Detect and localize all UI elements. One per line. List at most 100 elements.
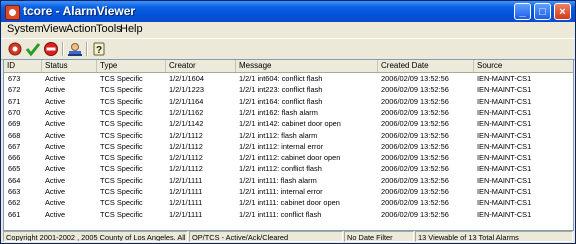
cell-creator: 1/2/1/1112 — [169, 130, 203, 140]
cell-type: TCS Specific — [100, 85, 143, 95]
cell-source: IEN-MAINT-CS1 — [477, 164, 532, 174]
cell-created-date: 2006/02/09 13:52:56 — [381, 119, 449, 129]
column-header-id[interactable]: ID — [4, 60, 42, 72]
cell-id: 673 — [8, 74, 21, 83]
cell-type: TCS Specific — [100, 164, 143, 174]
menu-help[interactable]: Help — [120, 23, 143, 35]
cell-source: IEN-MAINT-CS1 — [477, 130, 532, 140]
cell-created-date: 2006/02/09 13:52:56 — [381, 85, 449, 95]
close-button[interactable]: × — [554, 3, 571, 20]
table-row[interactable]: 669 Active TCS Specific 1/2/1/1142 1/2/1 int… — [4, 119, 573, 129]
cell-creator: 1/2/1/1164 — [169, 96, 204, 106]
status-date-filter: No Date Filter — [344, 231, 414, 242]
cell-message: 1/2/1 int112: internal error — [239, 141, 324, 151]
column-header-message[interactable]: Message — [236, 60, 378, 72]
cell-status: Active — [45, 96, 66, 106]
cell-created-date: 2006/02/09 13:52:56 — [381, 187, 449, 196]
status-alarm-count: 13 Viewable of 13 Total Alarms — [415, 231, 573, 242]
table-row[interactable]: 664 Active TCS Specific 1/2/1/1111 1/2/1 int… — [4, 176, 573, 186]
cell-creator: 1/2/1/1111 — [169, 198, 203, 208]
maximize-button[interactable]: □ — [534, 3, 551, 20]
cell-message: 1/2/1 int111: cabinet door open — [239, 198, 340, 208]
app-icon[interactable] — [5, 5, 20, 20]
title-bar[interactable]: tcore - AlarmViewer _ □ × — [1, 1, 575, 22]
menu-bar: System View Action Tools Help — [1, 22, 575, 37]
cell-source: IEN-MAINT-CS1 — [477, 96, 532, 106]
cell-status: Active — [45, 141, 66, 151]
cell-message: 1/2/1 int142: cabinet door open — [239, 119, 341, 129]
cell-status: Active — [45, 85, 66, 95]
alarm-viewer-window: tcore - AlarmViewer _ □ × System View Ac… — [0, 0, 576, 244]
cell-id: 664 — [8, 175, 21, 185]
check-icon[interactable] — [25, 41, 41, 57]
table-row[interactable]: 667 Active TCS Specific 1/2/1/1112 1/2/1 int… — [4, 142, 573, 152]
cell-source: IEN-MAINT-CS1 — [477, 175, 532, 185]
cell-created-date: 2006/02/09 13:52:56 — [381, 164, 449, 174]
cell-message: 1/2/1 int162: flash alarm — [239, 107, 318, 117]
menu-view[interactable]: View — [43, 23, 67, 35]
svg-text:?: ? — [96, 45, 102, 56]
cell-id: 668 — [8, 130, 21, 140]
status-filter: OP/TCS - Active/Ack/Cleared — [189, 231, 343, 242]
alarm-table: ID Status Type Creator Message Created D… — [3, 59, 574, 231]
cell-created-date: 2006/02/09 13:52:56 — [381, 153, 449, 163]
cell-message: 1/2/1 int111: internal error — [239, 187, 323, 196]
table-header: ID Status Type Creator Message Created D… — [4, 60, 573, 73]
table-row[interactable]: 668 Active TCS Specific 1/2/1/1112 1/2/1 int… — [4, 131, 573, 141]
cell-created-date: 2006/02/09 13:52:56 — [381, 175, 449, 185]
cell-message: 1/2/1 int164: conflict flash — [239, 96, 323, 106]
column-header-creator[interactable]: Creator — [166, 60, 236, 72]
cell-creator: 1/2/1/1112 — [169, 164, 203, 174]
record-icon[interactable] — [7, 41, 23, 57]
cell-creator: 1/2/1/1111 — [169, 209, 203, 219]
cell-source: IEN-MAINT-CS1 — [477, 85, 532, 95]
cell-type: TCS Specific — [100, 153, 143, 163]
cell-type: TCS Specific — [100, 175, 143, 185]
cell-type: TCS Specific — [100, 141, 143, 151]
cell-id: 662 — [8, 198, 21, 208]
column-header-source[interactable]: Source — [474, 60, 573, 72]
table-row[interactable]: 661 Active TCS Specific 1/2/1/1111 1/2/1 int… — [4, 210, 573, 220]
cell-type: TCS Specific — [100, 119, 143, 129]
cell-id: 661 — [8, 209, 21, 219]
table-row[interactable]: 665 Active TCS Specific 1/2/1/1112 1/2/1 int… — [4, 164, 573, 174]
column-header-created-date[interactable]: Created Date — [378, 60, 474, 72]
column-header-status[interactable]: Status — [42, 60, 97, 72]
menu-tools[interactable]: Tools — [96, 23, 122, 35]
cell-created-date: 2006/02/09 13:52:56 — [381, 74, 449, 83]
menu-system[interactable]: System — [7, 23, 44, 35]
cell-status: Active — [45, 175, 66, 185]
column-header-type[interactable]: Type — [97, 60, 166, 72]
cell-status: Active — [45, 198, 66, 208]
user-icon[interactable] — [67, 41, 83, 57]
table-row[interactable]: 670 Active TCS Specific 1/2/1/1162 1/2/1 int… — [4, 108, 573, 118]
cell-creator: 1/2/1/1604 — [169, 74, 204, 83]
cell-id: 672 — [8, 85, 21, 95]
cell-type: TCS Specific — [100, 209, 143, 219]
cell-creator: 1/2/1/1112 — [169, 153, 203, 163]
help-icon[interactable]: ? — [91, 41, 107, 57]
table-row[interactable]: 662 Active TCS Specific 1/2/1/1111 1/2/1 int… — [4, 198, 573, 208]
cell-id: 667 — [8, 141, 21, 151]
cell-message: 1/2/1 int112: cabinet door open — [239, 153, 341, 163]
cell-status: Active — [45, 164, 66, 174]
table-row[interactable]: 673 Active TCS Specific 1/2/1/1604 1/2/1 int… — [4, 74, 573, 84]
cell-id: 671 — [8, 96, 21, 106]
cell-source: IEN-MAINT-CS1 — [477, 209, 532, 219]
cell-id: 666 — [8, 153, 21, 163]
cell-source: IEN-MAINT-CS1 — [477, 198, 532, 208]
table-row[interactable]: 666 Active TCS Specific 1/2/1/1112 1/2/1 int… — [4, 153, 573, 163]
cell-id: 663 — [8, 187, 21, 196]
status-bar: Copyright 2001-2002 , 2005 County of Los… — [1, 230, 575, 243]
table-row[interactable]: 672 Active TCS Specific 1/2/1/1223 1/2/1 int… — [4, 85, 573, 95]
menu-action[interactable]: Action — [66, 23, 97, 35]
cell-creator: 1/2/1/1112 — [169, 141, 203, 151]
stop-icon[interactable] — [43, 41, 59, 57]
cell-source: IEN-MAINT-CS1 — [477, 141, 532, 151]
table-row[interactable]: 663 Active TCS Specific 1/2/1/1111 1/2/1 int… — [4, 187, 573, 197]
minimize-button[interactable]: _ — [514, 3, 531, 20]
table-row[interactable]: 671 Active TCS Specific 1/2/1/1164 1/2/1 int… — [4, 97, 573, 107]
cell-creator: 1/2/1/1142 — [169, 119, 204, 129]
cell-message: 1/2/1 int111: flash alarm — [239, 175, 317, 185]
cell-type: TCS Specific — [100, 130, 143, 140]
